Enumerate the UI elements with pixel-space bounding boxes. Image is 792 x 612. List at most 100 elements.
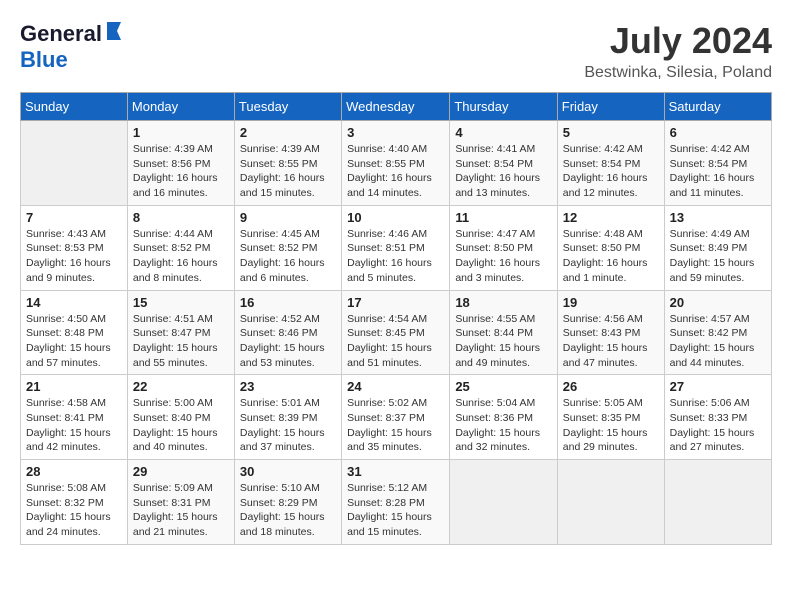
calendar-cell: 26 Sunrise: 5:05 AM Sunset: 8:35 PM Dayli…	[557, 375, 664, 460]
cell-content: Sunrise: 4:42 AM Sunset: 8:54 PM Dayligh…	[670, 142, 766, 201]
cell-content: Sunrise: 5:02 AM Sunset: 8:37 PM Dayligh…	[347, 396, 444, 455]
day-number: 30	[240, 464, 336, 479]
calendar-cell	[664, 460, 771, 545]
weekday-header-tuesday: Tuesday	[234, 93, 341, 121]
calendar-cell	[21, 121, 128, 206]
location-subtitle: Bestwinka, Silesia, Poland	[584, 64, 772, 82]
cell-content: Sunrise: 4:39 AM Sunset: 8:56 PM Dayligh…	[133, 142, 229, 201]
day-number: 20	[670, 295, 766, 310]
weekday-header-saturday: Saturday	[664, 93, 771, 121]
calendar-cell: 28 Sunrise: 5:08 AM Sunset: 8:32 PM Dayli…	[21, 460, 128, 545]
calendar-cell: 17 Sunrise: 4:54 AM Sunset: 8:45 PM Dayli…	[342, 290, 450, 375]
calendar-cell: 4Sunrise: 4:41 AM Sunset: 8:54 PM Daylig…	[450, 121, 557, 206]
calendar-cell: 8Sunrise: 4:44 AM Sunset: 8:52 PM Daylig…	[127, 205, 234, 290]
cell-content: Sunrise: 4:48 AM Sunset: 8:50 PM Dayligh…	[563, 227, 659, 286]
weekday-header-friday: Friday	[557, 93, 664, 121]
calendar-cell	[557, 460, 664, 545]
cell-content: Sunrise: 4:42 AM Sunset: 8:54 PM Dayligh…	[563, 142, 659, 201]
cell-content: Sunrise: 5:09 AM Sunset: 8:31 PM Dayligh…	[133, 481, 229, 540]
calendar-cell	[450, 460, 557, 545]
day-number: 18	[455, 295, 551, 310]
calendar-cell: 25 Sunrise: 5:04 AM Sunset: 8:36 PM Dayli…	[450, 375, 557, 460]
day-number: 5	[563, 125, 659, 140]
cell-content: Sunrise: 5:01 AM Sunset: 8:39 PM Dayligh…	[240, 396, 336, 455]
day-number: 2	[240, 125, 336, 140]
weekday-header-monday: Monday	[127, 93, 234, 121]
calendar-week-row: 28 Sunrise: 5:08 AM Sunset: 8:32 PM Dayli…	[21, 460, 772, 545]
day-number: 23	[240, 379, 336, 394]
day-number: 28	[26, 464, 122, 479]
day-number: 16	[240, 295, 336, 310]
weekday-header-wednesday: Wednesday	[342, 93, 450, 121]
day-number: 8	[133, 210, 229, 225]
day-number: 29	[133, 464, 229, 479]
day-number: 3	[347, 125, 444, 140]
calendar-cell: 29 Sunrise: 5:09 AM Sunset: 8:31 PM Dayli…	[127, 460, 234, 545]
calendar-table: SundayMondayTuesdayWednesdayThursdayFrid…	[20, 92, 772, 545]
cell-content: Sunrise: 5:10 AM Sunset: 8:29 PM Dayligh…	[240, 481, 336, 540]
cell-content: Sunrise: 4:46 AM Sunset: 8:51 PM Dayligh…	[347, 227, 444, 286]
page-header: General Blue July 2024 Bestwinka, Silesi…	[20, 20, 772, 82]
calendar-cell: 1Sunrise: 4:39 AM Sunset: 8:56 PM Daylig…	[127, 121, 234, 206]
calendar-cell: 13 Sunrise: 4:49 AM Sunset: 8:49 PM Dayli…	[664, 205, 771, 290]
day-number: 27	[670, 379, 766, 394]
cell-content: Sunrise: 5:00 AM Sunset: 8:40 PM Dayligh…	[133, 396, 229, 455]
day-number: 10	[347, 210, 444, 225]
cell-content: Sunrise: 4:47 AM Sunset: 8:50 PM Dayligh…	[455, 227, 551, 286]
cell-content: Sunrise: 5:04 AM Sunset: 8:36 PM Dayligh…	[455, 396, 551, 455]
logo-general: General	[20, 21, 102, 47]
cell-content: Sunrise: 4:45 AM Sunset: 8:52 PM Dayligh…	[240, 227, 336, 286]
cell-content: Sunrise: 4:50 AM Sunset: 8:48 PM Dayligh…	[26, 312, 122, 371]
calendar-cell: 2 Sunrise: 4:39 AM Sunset: 8:55 PM Daylig…	[234, 121, 341, 206]
day-number: 26	[563, 379, 659, 394]
calendar-week-row: 21 Sunrise: 4:58 AM Sunset: 8:41 PM Dayli…	[21, 375, 772, 460]
day-number: 25	[455, 379, 551, 394]
calendar-cell: 22Sunrise: 5:00 AM Sunset: 8:40 PM Dayli…	[127, 375, 234, 460]
day-number: 24	[347, 379, 444, 394]
cell-content: Sunrise: 4:39 AM Sunset: 8:55 PM Dayligh…	[240, 142, 336, 201]
calendar-cell: 27Sunrise: 5:06 AM Sunset: 8:33 PM Dayli…	[664, 375, 771, 460]
cell-content: Sunrise: 4:43 AM Sunset: 8:53 PM Dayligh…	[26, 227, 122, 286]
day-number: 6	[670, 125, 766, 140]
calendar-cell: 15Sunrise: 4:51 AM Sunset: 8:47 PM Dayli…	[127, 290, 234, 375]
cell-content: Sunrise: 4:55 AM Sunset: 8:44 PM Dayligh…	[455, 312, 551, 371]
calendar-cell: 16 Sunrise: 4:52 AM Sunset: 8:46 PM Dayli…	[234, 290, 341, 375]
cell-content: Sunrise: 5:05 AM Sunset: 8:35 PM Dayligh…	[563, 396, 659, 455]
calendar-cell: 7 Sunrise: 4:43 AM Sunset: 8:53 PM Daylig…	[21, 205, 128, 290]
cell-content: Sunrise: 4:52 AM Sunset: 8:46 PM Dayligh…	[240, 312, 336, 371]
calendar-cell: 10 Sunrise: 4:46 AM Sunset: 8:51 PM Dayli…	[342, 205, 450, 290]
day-number: 11	[455, 210, 551, 225]
calendar-cell: 9Sunrise: 4:45 AM Sunset: 8:52 PM Daylig…	[234, 205, 341, 290]
calendar-cell: 23 Sunrise: 5:01 AM Sunset: 8:39 PM Dayli…	[234, 375, 341, 460]
calendar-cell: 14Sunrise: 4:50 AM Sunset: 8:48 PM Dayli…	[21, 290, 128, 375]
day-number: 13	[670, 210, 766, 225]
day-number: 31	[347, 464, 444, 479]
calendar-week-row: 14Sunrise: 4:50 AM Sunset: 8:48 PM Dayli…	[21, 290, 772, 375]
calendar-cell: 11 Sunrise: 4:47 AM Sunset: 8:50 PM Dayli…	[450, 205, 557, 290]
calendar-cell: 20Sunrise: 4:57 AM Sunset: 8:42 PM Dayli…	[664, 290, 771, 375]
day-number: 21	[26, 379, 122, 394]
day-number: 17	[347, 295, 444, 310]
calendar-cell: 5 Sunrise: 4:42 AM Sunset: 8:54 PM Daylig…	[557, 121, 664, 206]
day-number: 7	[26, 210, 122, 225]
cell-content: Sunrise: 4:58 AM Sunset: 8:41 PM Dayligh…	[26, 396, 122, 455]
logo-icon	[103, 20, 125, 47]
weekday-header-sunday: Sunday	[21, 93, 128, 121]
calendar-cell: 30 Sunrise: 5:10 AM Sunset: 8:29 PM Dayli…	[234, 460, 341, 545]
day-number: 15	[133, 295, 229, 310]
weekday-header-thursday: Thursday	[450, 93, 557, 121]
calendar-week-row: 7 Sunrise: 4:43 AM Sunset: 8:53 PM Daylig…	[21, 205, 772, 290]
calendar-cell: 6 Sunrise: 4:42 AM Sunset: 8:54 PM Daylig…	[664, 121, 771, 206]
cell-content: Sunrise: 4:49 AM Sunset: 8:49 PM Dayligh…	[670, 227, 766, 286]
cell-content: Sunrise: 4:41 AM Sunset: 8:54 PM Dayligh…	[455, 142, 551, 201]
day-number: 12	[563, 210, 659, 225]
calendar-week-row: 1Sunrise: 4:39 AM Sunset: 8:56 PM Daylig…	[21, 121, 772, 206]
calendar-cell: 21 Sunrise: 4:58 AM Sunset: 8:41 PM Dayli…	[21, 375, 128, 460]
cell-content: Sunrise: 5:12 AM Sunset: 8:28 PM Dayligh…	[347, 481, 444, 540]
calendar-header-row: SundayMondayTuesdayWednesdayThursdayFrid…	[21, 93, 772, 121]
cell-content: Sunrise: 4:54 AM Sunset: 8:45 PM Dayligh…	[347, 312, 444, 371]
cell-content: Sunrise: 5:08 AM Sunset: 8:32 PM Dayligh…	[26, 481, 122, 540]
calendar-cell: 12 Sunrise: 4:48 AM Sunset: 8:50 PM Dayli…	[557, 205, 664, 290]
calendar-cell: 18 Sunrise: 4:55 AM Sunset: 8:44 PM Dayli…	[450, 290, 557, 375]
calendar-cell: 19Sunrise: 4:56 AM Sunset: 8:43 PM Dayli…	[557, 290, 664, 375]
